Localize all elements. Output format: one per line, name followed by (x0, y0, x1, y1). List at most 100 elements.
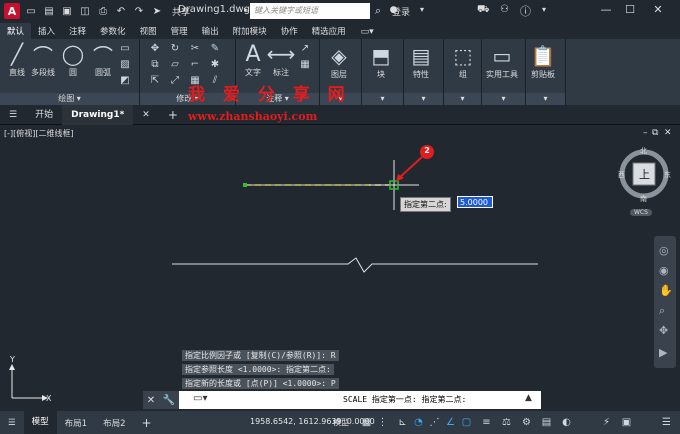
showmotion-icon[interactable]: ▶ (659, 346, 667, 359)
viewport-restore-icon[interactable]: ⧉ (652, 128, 658, 138)
command-close-icon[interactable]: ✕ (147, 395, 155, 406)
line-tool[interactable]: ╱ 直线 (4, 41, 30, 78)
utilities-panel-expand[interactable]: ▾ (482, 93, 525, 105)
tab-model[interactable]: 模型 (23, 411, 57, 434)
viewcube-east[interactable]: 东 (664, 170, 671, 180)
cart-icon[interactable]: ⛟ (477, 4, 490, 17)
app-logo[interactable]: A (4, 3, 20, 19)
viewcube-south[interactable]: 南 (640, 194, 647, 204)
tab-view[interactable]: 视图 (133, 23, 164, 39)
connect-icon[interactable]: ⚇ (500, 4, 509, 15)
rotate-icon[interactable]: ↻ (168, 43, 182, 55)
trim-icon[interactable]: ✂ (188, 43, 202, 55)
viewport-close-icon[interactable]: ✕ (664, 128, 672, 138)
model-space-button[interactable]: 模型 (333, 417, 349, 428)
viewcube-top-face[interactable]: 上 (639, 166, 650, 182)
redo-icon[interactable]: ↷ (132, 4, 146, 18)
help-dropdown-icon[interactable]: ▾ (542, 5, 546, 14)
tab-annotate[interactable]: 注释 (62, 23, 93, 39)
properties-tool[interactable]: ▤ 特性 (408, 43, 434, 80)
viewcube[interactable]: 上 北 南 东 西 WCS (618, 146, 674, 222)
login-dropdown-icon[interactable]: ▾ (420, 5, 424, 14)
ortho-icon[interactable]: ⊾ (396, 416, 409, 429)
scale-icon[interactable]: ⤢ (168, 75, 182, 87)
workspace-icon[interactable]: ⚙ (520, 416, 533, 429)
layout-menu-icon[interactable]: ☰ (0, 418, 24, 428)
osnap-icon[interactable]: ▢ (460, 416, 473, 429)
polyline-tool[interactable]: ⌒ 多段线 (30, 41, 56, 78)
properties-panel-expand[interactable]: ▾ (404, 93, 443, 105)
clipboard-tool[interactable]: 📋 剪贴板 (530, 43, 556, 80)
viewport-minimize-icon[interactable]: – (643, 128, 648, 138)
tab-collaborate[interactable]: 协作 (274, 23, 305, 39)
dynamic-input-value[interactable]: 5.0000 (457, 196, 493, 208)
hardware-acceleration-icon[interactable]: ⚡ (600, 416, 613, 429)
tab-parametric[interactable]: 参数化 (93, 23, 133, 39)
leader-icon[interactable]: ↗ (298, 43, 312, 55)
customize-statusbar-icon[interactable]: ☰ (660, 416, 673, 429)
draw-panel-label[interactable]: 绘图 ▾ (0, 93, 139, 105)
tab-layout1[interactable]: 布局1 (57, 417, 95, 429)
utilities-tool[interactable]: ▭ 实用工具 (486, 43, 518, 80)
close-icon[interactable]: ✕ (648, 3, 668, 19)
move-icon[interactable]: ✥ (148, 43, 162, 55)
viewcube-west[interactable]: 西 (618, 170, 625, 180)
table-icon[interactable]: ▦ (298, 59, 312, 71)
polar-icon[interactable]: ◔ (412, 416, 425, 429)
minimize-icon[interactable]: — (596, 3, 616, 19)
command-history-toggle-icon[interactable]: ▲ (525, 393, 532, 403)
isodraft-icon[interactable]: ⋰ (428, 416, 441, 429)
copy-icon[interactable]: ⧉ (148, 59, 162, 71)
steering-wheel-icon[interactable]: ◎ (659, 244, 669, 257)
wcs-button[interactable]: WCS (630, 209, 652, 216)
explode-icon[interactable]: ✱ (208, 59, 222, 71)
block-panel-expand[interactable]: ▾ (362, 93, 403, 105)
snap-icon[interactable]: ⋮ (376, 416, 389, 429)
close-tab-icon[interactable]: ✕ (133, 105, 159, 125)
orbit-icon[interactable]: ◉ (659, 264, 669, 277)
clipboard-panel-expand[interactable]: ▾ (526, 93, 565, 105)
save-icon[interactable]: ▣ (60, 4, 74, 18)
open-folder-icon[interactable]: ▤ (42, 4, 56, 18)
tab-manage[interactable]: 管理 (164, 23, 195, 39)
tab-default[interactable]: 默认 (0, 23, 32, 39)
command-customize-icon[interactable]: 🔧 (163, 395, 175, 406)
save-as-icon[interactable]: ◫ (78, 4, 92, 18)
tab-start[interactable]: 开始 (26, 105, 62, 125)
help-icon[interactable]: ⓘ (520, 3, 531, 19)
login-label[interactable]: 登录 (392, 5, 410, 18)
hatch-icon[interactable]: ▨ (118, 59, 132, 71)
ribbon-toggle-icon[interactable]: ▭▾ (361, 27, 374, 37)
new-file-icon[interactable]: ▭ (24, 4, 38, 18)
pan-icon[interactable]: ✋ (659, 284, 673, 297)
circle-tool[interactable]: ◯ 圆 (60, 41, 86, 78)
print-icon[interactable]: ⎙ (96, 4, 110, 18)
search-input[interactable]: 键入关键字或短语 (250, 3, 370, 19)
annotation-scale-icon[interactable]: ⚖ (500, 416, 513, 429)
tab-layout2[interactable]: 布局2 (95, 417, 133, 429)
isolate-icon[interactable]: ◐ (560, 416, 573, 429)
layers-tool[interactable]: ◈ 图层 (326, 43, 352, 80)
share-icon[interactable]: ➤ (150, 4, 164, 18)
menu-icon[interactable]: ☰ (0, 105, 26, 125)
add-layout-icon[interactable]: + (133, 416, 159, 430)
tab-featured-apps[interactable]: 精选应用 (305, 23, 353, 39)
lineweight-icon[interactable]: ≡ (480, 416, 493, 429)
grid-icon[interactable]: ▦ (360, 416, 373, 429)
rectangle-icon[interactable]: ▭ (118, 43, 132, 55)
tab-insert[interactable]: 插入 (31, 23, 62, 39)
tab-output[interactable]: 输出 (195, 23, 226, 39)
group-panel-expand[interactable]: ▾ (444, 93, 481, 105)
undo-icon[interactable]: ↶ (114, 4, 128, 18)
erase-icon[interactable]: ✎ (208, 43, 222, 55)
block-tool[interactable]: ⬒ 块 (368, 43, 394, 80)
maximize-icon[interactable]: ☐ (620, 3, 640, 19)
zoom-icon[interactable]: ⌕ (659, 304, 665, 318)
new-tab-icon[interactable]: + (159, 105, 187, 125)
dimension-tool[interactable]: ⟷ 标注 (267, 41, 296, 78)
stretch-icon[interactable]: ⇱ (148, 75, 162, 87)
group-tool[interactable]: ⬚ 组 (450, 43, 476, 80)
arc-tool[interactable]: ⌒ 圆弧 (90, 41, 116, 78)
mirror-icon[interactable]: ⏥ (168, 59, 182, 71)
units-icon[interactable]: ▤ (540, 416, 553, 429)
